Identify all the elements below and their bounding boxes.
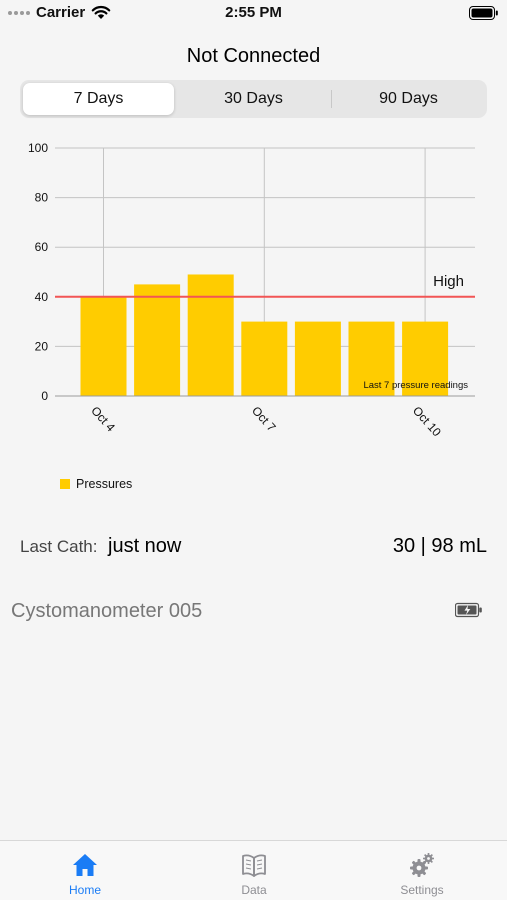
x-tick-label: Oct 7 [249,404,279,435]
pressure-bar [294,321,341,396]
y-tick-label: 20 [35,339,49,353]
last-cath-label: Last Cath: [20,537,98,556]
tab-settings-label: Settings [400,883,444,897]
book-icon [242,854,266,877]
segment-7-days[interactable]: 7 Days [23,83,174,115]
last-cath-reading: 30 | 98 mL [392,535,487,557]
last-cath-time: just now [108,535,182,557]
chart-description: Last 7 pressure readings [363,380,468,391]
device-name: Cystomanometer 005 [11,600,203,622]
y-tick-label: 0 [41,389,48,403]
connection-status-title: Not Connected [186,45,321,67]
tab-bar: Home Data Settings [0,840,507,900]
battery-icon [469,6,498,20]
tab-home[interactable]: Home [35,851,135,897]
status-bar: Carrier 2:55 PM [0,0,507,28]
pressure-chart: 0 20 40 60 80 100 High Last 7 pressure readings… [0,135,507,455]
tab-data[interactable]: Data [204,851,304,897]
battery-charging-icon [455,602,482,618]
gears-icon [410,853,434,877]
legend-swatch-pressures [60,479,70,489]
pressure-bar [134,284,181,396]
y-tick-label: 100 [28,141,48,155]
tab-data-label: Data [241,883,267,897]
x-tick-label: Oct 10 [410,404,444,440]
legend-label-pressures: Pressures [76,477,133,491]
segment-divider [331,90,332,108]
home-icon [73,854,97,876]
pressure-bar [187,274,234,396]
tab-home-label: Home [68,883,101,897]
device-row[interactable]: Cystomanometer 005 [11,598,487,626]
segment-90-days[interactable]: 90 Days [333,83,484,115]
range-segmented-control: 7 Days 30 Days 90 Days [20,80,487,118]
pressure-bar-chart: 0 20 40 60 80 100 High Last 7 pressure readings… [28,141,475,440]
y-tick-label: 40 [35,290,49,304]
x-tick-label: Oct 4 [88,404,118,435]
chart-legend: Pressures [60,477,132,491]
tab-settings[interactable]: Settings [372,851,472,897]
last-cath-row: Last Cath: just now 30 | 98 mL [20,535,487,561]
y-tick-label: 80 [35,191,49,205]
pressure-bar [241,321,288,396]
high-limit-label: High [433,273,464,290]
status-time: 2:55 PM [225,4,282,21]
segment-30-days[interactable]: 30 Days [178,83,329,115]
y-tick-label: 60 [35,240,49,254]
pressure-bar [80,296,127,396]
